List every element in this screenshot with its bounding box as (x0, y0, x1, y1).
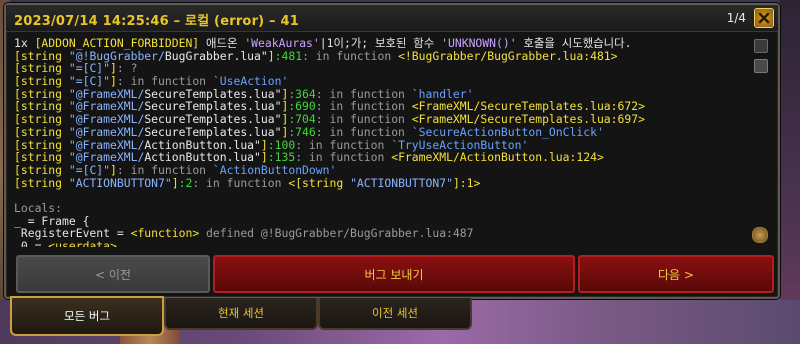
log-segment: <function> (130, 226, 200, 241)
bug-report-window: 2023/07/14 14:25:46 – 로컬 (error) – 41 1/… (4, 3, 780, 299)
log-line: RegisterEvent = <function> defined @!Bug… (14, 227, 742, 240)
log-segment: ]:1> (452, 175, 481, 190)
error-log-text: 1x [ADDON_ACTION_FORBIDDEN] 애드온 'WeakAur… (14, 37, 742, 247)
background-right (780, 0, 800, 344)
log-segment: :481 (274, 48, 303, 63)
close-button[interactable] (754, 8, 774, 28)
title-bar: 2023/07/14 14:25:46 – 로컬 (error) – 41 1/… (6, 5, 778, 32)
log-segment: :2 (178, 175, 193, 190)
log-line: 0 = <userdata> (14, 240, 742, 247)
log-line: [string "ACTIONBUTTON7"]:2: in function … (14, 175, 742, 190)
scroll-up-button[interactable] (754, 39, 768, 53)
window-title: 2023/07/14 14:25:46 – 로컬 (error) – 41 (14, 14, 299, 29)
scroll-to-bottom-button[interactable] (752, 227, 768, 243)
tab-previous-session[interactable]: 이전 세션 (318, 298, 472, 330)
log-segment: ] (267, 48, 275, 63)
log-line: Locals: (14, 202, 742, 215)
tab-all-bugs[interactable]: 모든 버그 (10, 296, 164, 336)
scroll-thumb[interactable] (754, 59, 768, 73)
log-segment: defined @!BugGrabber/BugGrabber.lua:487 (199, 226, 474, 241)
next-button[interactable]: 다음 > (578, 255, 774, 293)
tab-current-session[interactable]: 현재 세션 (164, 298, 318, 330)
log-segment: <!BugGrabber/BugGrabber.lua:481> (398, 48, 618, 63)
log-segment: <FrameXML/ActionButton.lua:124> (391, 150, 604, 165)
log-segment: <[string (288, 175, 351, 190)
page-counter: 1/4 (726, 11, 746, 25)
log-segment: [string (14, 175, 69, 190)
log-segment: ] (171, 175, 179, 190)
log-segment: BugGrabber.lua" (164, 48, 268, 63)
log-segment: : in function (302, 48, 399, 63)
log-segment: "ACTIONBUTTON7" (350, 175, 453, 190)
log-segment: 0 = (14, 239, 49, 247)
send-bug-button[interactable]: 버그 보내기 (213, 255, 575, 293)
log-segment: <userdata> (48, 239, 117, 247)
log-segment: "ACTIONBUTTON7" (68, 175, 172, 190)
log-segment: : in function (192, 175, 289, 190)
previous-button[interactable]: < 이전 (16, 255, 210, 293)
close-icon (758, 12, 770, 24)
